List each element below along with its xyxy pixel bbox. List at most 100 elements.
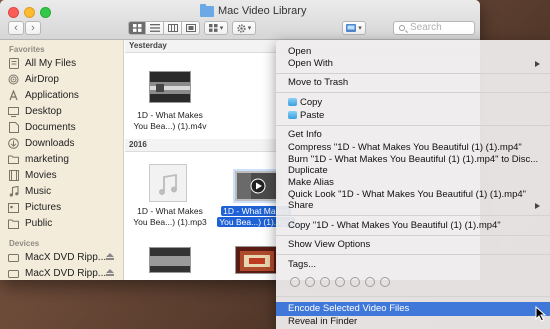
sidebar-item-label: Downloads <box>25 138 75 149</box>
window-title: Mac Video Library <box>200 3 306 18</box>
chevron-down-icon: ▾ <box>247 25 252 32</box>
menu-separator <box>276 73 550 74</box>
menu-item-move-to-trash[interactable]: Move to Trash <box>276 76 550 90</box>
search-icon <box>399 25 405 31</box>
title-bar: Mac Video Library ‹ › ▾ ▾ ▾ Search <box>0 0 480 40</box>
gear-icon <box>237 23 246 33</box>
music-file-icon <box>159 173 177 195</box>
tag-color-dot[interactable] <box>380 277 390 287</box>
file-label-m4v[interactable]: 1D - What Makes You Bea...) (1).m4v <box>125 110 215 132</box>
search-placeholder: Search <box>410 22 442 33</box>
menu-item-open-with[interactable]: Open With <box>276 57 550 71</box>
menu-item-label: Share <box>288 200 314 211</box>
sidebar-item-device-2[interactable]: MacX DVD Ripp... <box>8 266 120 280</box>
menu-item-copy-file[interactable]: Copy "1D - What Makes You Beautiful (1) … <box>276 219 550 233</box>
tag-color-dot[interactable] <box>335 277 345 287</box>
column-view-icon <box>167 24 178 32</box>
close-window-button[interactable] <box>8 7 19 18</box>
file-thumbnail-mp3[interactable] <box>149 164 187 202</box>
file-thumbnail-mp4-selected[interactable] <box>233 169 281 203</box>
sidebar-item-airdrop[interactable]: AirDrop <box>8 72 120 87</box>
desktop-icon <box>8 106 19 117</box>
sidebar-item-label: Movies <box>25 170 57 181</box>
menu-separator <box>276 92 550 93</box>
menu-separator <box>276 235 550 236</box>
sidebar-item-movies[interactable]: Movies <box>8 168 120 183</box>
file-name-line: 1D - What Makes <box>137 206 203 216</box>
submenu-arrow-icon <box>535 203 540 209</box>
mouse-cursor-icon <box>535 306 547 322</box>
airdrop-icon <box>8 74 19 85</box>
sidebar-favorites-header: Favorites <box>9 45 45 54</box>
file-thumbnail-4[interactable] <box>149 247 191 273</box>
menu-item-paste[interactable]: Paste <box>276 109 550 123</box>
sidebar-item-device-1[interactable]: MacX DVD Ripp... <box>8 250 120 265</box>
sidebar-item-marketing[interactable]: marketing <box>8 152 120 167</box>
sidebar-item-documents[interactable]: Documents <box>8 120 120 135</box>
menu-item-encode-selected[interactable]: Encode Selected Video Files <box>276 302 550 316</box>
disk-icon <box>8 268 19 279</box>
icon-view-icon <box>132 24 141 32</box>
search-input[interactable]: Search <box>393 21 475 35</box>
folder-icon <box>8 154 19 165</box>
sidebar-item-label: Public <box>25 218 53 229</box>
menu-item-label: Copy <box>300 97 323 108</box>
video-thumbnail-image <box>150 72 190 102</box>
tag-color-dot[interactable] <box>320 277 330 287</box>
sidebar-item-public[interactable]: Public <box>8 216 120 231</box>
back-button[interactable]: ‹ <box>8 21 24 35</box>
tag-color-dot[interactable] <box>290 277 300 287</box>
tag-color-dot[interactable] <box>305 277 315 287</box>
file-thumbnail-m4v[interactable] <box>149 71 191 103</box>
tag-color-dot[interactable] <box>365 277 375 287</box>
cover-flow-button[interactable] <box>182 21 200 35</box>
action-button[interactable]: ▾ <box>232 21 256 35</box>
movies-icon <box>8 170 19 181</box>
cover-flow-icon <box>185 24 196 32</box>
music-icon <box>8 186 19 197</box>
list-view-button[interactable] <box>146 21 164 35</box>
sidebar-item-label: All My Files <box>25 58 77 69</box>
menu-separator <box>276 125 550 126</box>
file-name-line: You Bea...) (1).m4v <box>133 121 207 131</box>
column-view-button[interactable] <box>164 21 182 35</box>
menu-separator <box>276 254 550 255</box>
clipboard-icon <box>288 98 297 106</box>
sidebar-item-music[interactable]: Music <box>8 184 120 199</box>
menu-item-get-info[interactable]: Get Info <box>276 128 550 142</box>
sidebar-item-applications[interactable]: Applications <box>8 88 120 103</box>
sidebar-item-label: marketing <box>25 154 69 165</box>
eject-icon[interactable] <box>106 269 114 276</box>
file-thumbnail-5[interactable] <box>235 246 277 274</box>
all-files-icon <box>8 58 19 69</box>
file-label-mp3[interactable]: 1D - What Makes You Bea...) (1).mp3 <box>125 206 215 228</box>
menu-item-tags[interactable]: Tags... <box>276 258 550 272</box>
menu-item-copy[interactable]: Copy <box>276 96 550 110</box>
arrange-button[interactable]: ▾ <box>204 21 228 35</box>
forward-button[interactable]: › <box>25 21 41 35</box>
tag-color-dot[interactable] <box>350 277 360 287</box>
sidebar-item-label: Desktop <box>25 106 62 117</box>
menu-item-label: Paste <box>300 110 325 121</box>
sidebar-item-all-my-files[interactable]: All My Files <box>8 56 120 71</box>
sidebar-item-desktop[interactable]: Desktop <box>8 104 120 119</box>
maximize-window-button[interactable] <box>40 7 51 18</box>
video-thumbnail-image <box>237 173 277 199</box>
arrange-icon <box>208 24 218 32</box>
downloads-icon <box>8 138 19 149</box>
minimize-window-button[interactable] <box>24 7 35 18</box>
sidebar-devices-header: Devices <box>9 239 40 248</box>
menu-separator <box>276 296 550 297</box>
applications-icon <box>8 90 19 101</box>
sidebar-item-label: AirDrop <box>25 74 59 85</box>
eject-icon[interactable] <box>106 253 114 260</box>
file-name-line: 1D - What Makes <box>137 110 203 120</box>
sidebar-item-pictures[interactable]: Pictures <box>8 200 120 215</box>
sidebar-item-downloads[interactable]: Downloads <box>8 136 120 151</box>
view-mode-control <box>128 21 200 35</box>
menu-item-show-view-options[interactable]: Show View Options <box>276 238 550 252</box>
icon-view-button[interactable] <box>128 21 146 35</box>
menu-item-share[interactable]: Share <box>276 199 550 213</box>
menu-item-reveal-in-finder[interactable]: Reveal in Finder <box>276 315 550 329</box>
share-toolbar-button[interactable]: ▾ <box>342 21 366 35</box>
